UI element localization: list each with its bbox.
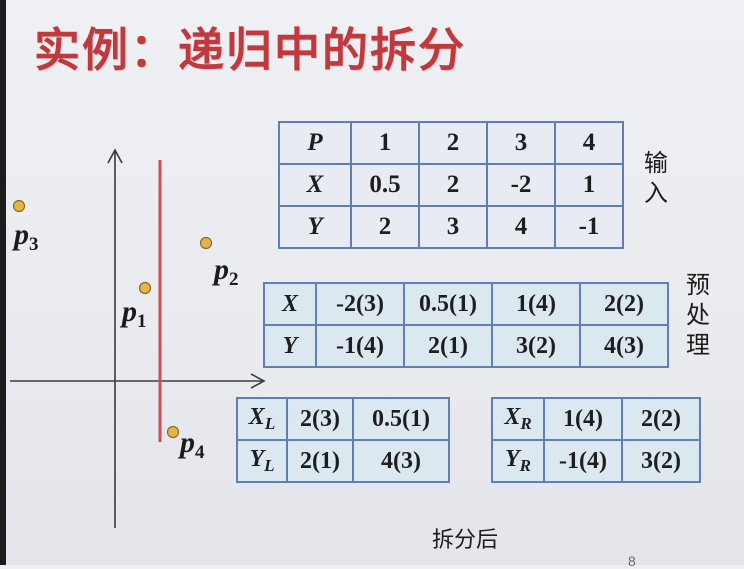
- table-row: X -2(3) 0.5(1) 1(4) 2(2): [263, 282, 669, 326]
- table-cell: -1: [554, 205, 624, 249]
- table-cell: 4: [554, 121, 624, 165]
- table-cell: 2(3): [286, 397, 354, 441]
- table-cell: 4: [486, 205, 556, 249]
- right-split-table: XR 1(4) 2(2) YR -1(4) 3(2): [491, 397, 701, 483]
- row-header: P: [278, 121, 352, 165]
- table-cell: 2: [418, 163, 488, 207]
- row-header: Y: [263, 324, 317, 368]
- table-cell: 0.5(1): [352, 397, 450, 441]
- table-cell: 4(3): [579, 324, 669, 368]
- table-cell: 1(4): [543, 397, 623, 441]
- row-header: X: [278, 163, 352, 207]
- table-cell: -1(4): [315, 324, 405, 368]
- point-label-p1: p1: [122, 295, 147, 332]
- table-cell: 2(1): [403, 324, 493, 368]
- table-row: XR 1(4) 2(2): [491, 397, 701, 441]
- point-dot-p4: [166, 425, 180, 439]
- table-cell: 2: [350, 205, 420, 249]
- row-header: X: [263, 282, 317, 326]
- table-cell: -1(4): [543, 439, 623, 483]
- point-label-p4: p4: [180, 426, 205, 463]
- table-cell: 3(2): [491, 324, 581, 368]
- table-cell: 2(2): [579, 282, 669, 326]
- table-row: Y -1(4) 2(1) 3(2) 4(3): [263, 324, 669, 368]
- table-cell: 3: [486, 121, 556, 165]
- row-header: YR: [491, 439, 545, 483]
- table-cell: 1(4): [491, 282, 581, 326]
- row-header: XR: [491, 397, 545, 441]
- preprocess-side-label: 预 处 理: [686, 271, 710, 359]
- table-row: Y 2 3 4 -1: [278, 205, 624, 249]
- table-cell: 0.5(1): [403, 282, 493, 326]
- table-cell: 1: [350, 121, 420, 165]
- table-cell: 3(2): [621, 439, 701, 483]
- table-row: P 1 2 3 4: [278, 121, 624, 165]
- point-label-p3: p3: [14, 218, 39, 255]
- point-label-p2: p2: [214, 253, 239, 290]
- table-row: X 0.5 2 -2 1: [278, 163, 624, 207]
- table-cell: 1: [554, 163, 624, 207]
- table-row: YL 2(1) 4(3): [236, 439, 450, 483]
- table-row: YR -1(4) 3(2): [491, 439, 701, 483]
- table-cell: 3: [418, 205, 488, 249]
- table-cell: 2: [418, 121, 488, 165]
- row-header: YL: [236, 439, 288, 483]
- table-cell: 2(1): [286, 439, 354, 483]
- input-side-label: 输 入: [644, 149, 668, 207]
- left-split-table: XL 2(3) 0.5(1) YL 2(1) 4(3): [236, 397, 450, 483]
- table-cell: 2(2): [621, 397, 701, 441]
- table-cell: -2: [486, 163, 556, 207]
- row-header: XL: [236, 397, 288, 441]
- table-row: XL 2(3) 0.5(1): [236, 397, 450, 441]
- table-cell: 0.5: [350, 163, 420, 207]
- input-table: P 1 2 3 4 X 0.5 2 -2 1 Y 2 3 4 -1: [278, 121, 624, 249]
- page-number: 8: [628, 553, 636, 569]
- split-caption: 拆分后: [432, 528, 499, 553]
- point-dot-p1: [138, 281, 152, 295]
- table-cell: -2(3): [315, 282, 405, 326]
- point-dot-p3: [12, 199, 26, 213]
- preprocess-table: X -2(3) 0.5(1) 1(4) 2(2) Y -1(4) 2(1) 3(…: [263, 282, 669, 368]
- row-header: Y: [278, 205, 352, 249]
- table-cell: 4(3): [352, 439, 450, 483]
- point-dot-p2: [199, 236, 213, 250]
